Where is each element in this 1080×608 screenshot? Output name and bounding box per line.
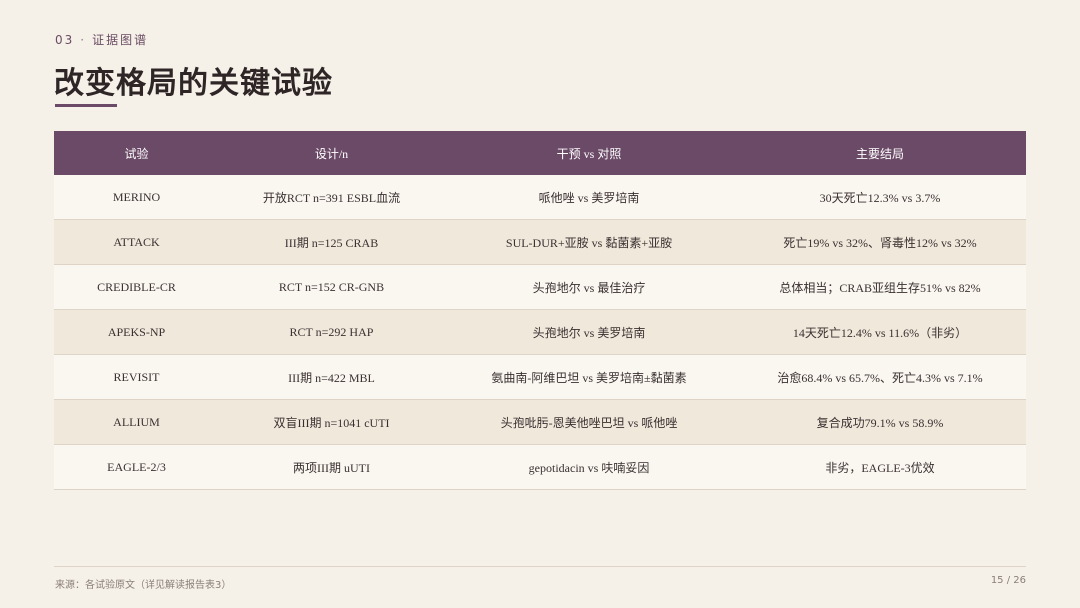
cell-trial: MERINO <box>54 175 219 220</box>
cell-design: III期 n=422 MBL <box>219 354 444 400</box>
cell-design: RCT n=152 CR-GNB <box>219 264 444 310</box>
cell-outcome: 14天死亡12.4% vs 11.6%（非劣） <box>734 309 1026 355</box>
cell-design: III期 n=125 CRAB <box>219 219 444 265</box>
table-header: 试验 设计/n 干预 vs 对照 主要结局 <box>54 131 1026 175</box>
page-title: 改变格局的关键试验 <box>54 66 333 101</box>
cell-outcome: 治愈68.4% vs 65.7%、死亡4.3% vs 7.1% <box>734 354 1026 400</box>
cell-intervention: 哌他唑 vs 美罗培南 <box>444 175 734 220</box>
cell-trial: ATTACK <box>54 219 219 265</box>
section-eyebrow: 03 · 证据图谱 <box>55 31 148 48</box>
cell-design: 双盲III期 n=1041 cUTI <box>219 399 444 445</box>
table-row: REVISIT III期 n=422 MBL 氨曲南-阿维巴坦 vs 美罗培南±… <box>54 354 1026 400</box>
cell-intervention: gepotidacin vs 呋喃妥因 <box>444 444 734 490</box>
source-note: 来源：各试验原文（详见解读报告表3） <box>55 580 232 591</box>
table-row: ATTACK III期 n=125 CRAB SUL-DUR+亚胺 vs 黏菌素… <box>54 219 1026 265</box>
section-name: 证据图谱 <box>92 33 149 47</box>
cell-design: 两项III期 uUTI <box>219 444 444 490</box>
cell-intervention: 头孢吡肟-恩美他唑巴坦 vs 哌他唑 <box>444 399 734 445</box>
trials-table: 试验 设计/n 干预 vs 对照 主要结局 MERINO 开放RCT n=391… <box>54 131 1026 490</box>
cell-design: RCT n=292 HAP <box>219 309 444 355</box>
table-row: ALLIUM 双盲III期 n=1041 cUTI 头孢吡肟-恩美他唑巴坦 vs… <box>54 399 1026 445</box>
footer-divider <box>54 566 1026 567</box>
table-header-row: 试验 设计/n 干预 vs 对照 主要结局 <box>54 131 1026 175</box>
cell-intervention: SUL-DUR+亚胺 vs 黏菌素+亚胺 <box>444 219 734 265</box>
cell-outcome: 非劣，EAGLE-3优效 <box>734 444 1026 490</box>
column-header-intervention: 干预 vs 对照 <box>444 131 734 175</box>
title-underline <box>55 104 117 107</box>
cell-trial: CREDIBLE-CR <box>54 264 219 310</box>
cell-intervention: 头孢地尔 vs 美罗培南 <box>444 309 734 355</box>
cell-outcome: 死亡19% vs 32%、肾毒性12% vs 32% <box>734 219 1026 265</box>
cell-trial: REVISIT <box>54 354 219 400</box>
cell-outcome: 总体相当；CRAB亚组生存51% vs 82% <box>734 264 1026 310</box>
cell-outcome: 复合成功79.1% vs 58.9% <box>734 399 1026 445</box>
cell-intervention: 氨曲南-阿维巴坦 vs 美罗培南±黏菌素 <box>444 354 734 400</box>
table-row: APEKS-NP RCT n=292 HAP 头孢地尔 vs 美罗培南 14天死… <box>54 309 1026 355</box>
cell-trial: ALLIUM <box>54 399 219 445</box>
cell-trial: EAGLE-2/3 <box>54 444 219 490</box>
cell-outcome: 30天死亡12.3% vs 3.7% <box>734 175 1026 220</box>
section-separator: · <box>80 33 87 47</box>
column-header-trial: 试验 <box>54 131 219 175</box>
cell-intervention: 头孢地尔 vs 最佳治疗 <box>444 264 734 310</box>
table-row: EAGLE-2/3 两项III期 uUTI gepotidacin vs 呋喃妥… <box>54 444 1026 490</box>
table-body: MERINO 开放RCT n=391 ESBL血流 哌他唑 vs 美罗培南 30… <box>54 175 1026 490</box>
page-number: 15 / 26 <box>990 575 1026 586</box>
cell-trial: APEKS-NP <box>54 309 219 355</box>
table-row: MERINO 开放RCT n=391 ESBL血流 哌他唑 vs 美罗培南 30… <box>54 175 1026 220</box>
table-row: CREDIBLE-CR RCT n=152 CR-GNB 头孢地尔 vs 最佳治… <box>54 264 1026 310</box>
cell-design: 开放RCT n=391 ESBL血流 <box>219 175 444 220</box>
column-header-outcome: 主要结局 <box>734 131 1026 175</box>
column-header-design: 设计/n <box>219 131 444 175</box>
trials-table-container: 试验 设计/n 干预 vs 对照 主要结局 MERINO 开放RCT n=391… <box>54 131 1026 490</box>
section-number: 03 <box>55 33 75 47</box>
